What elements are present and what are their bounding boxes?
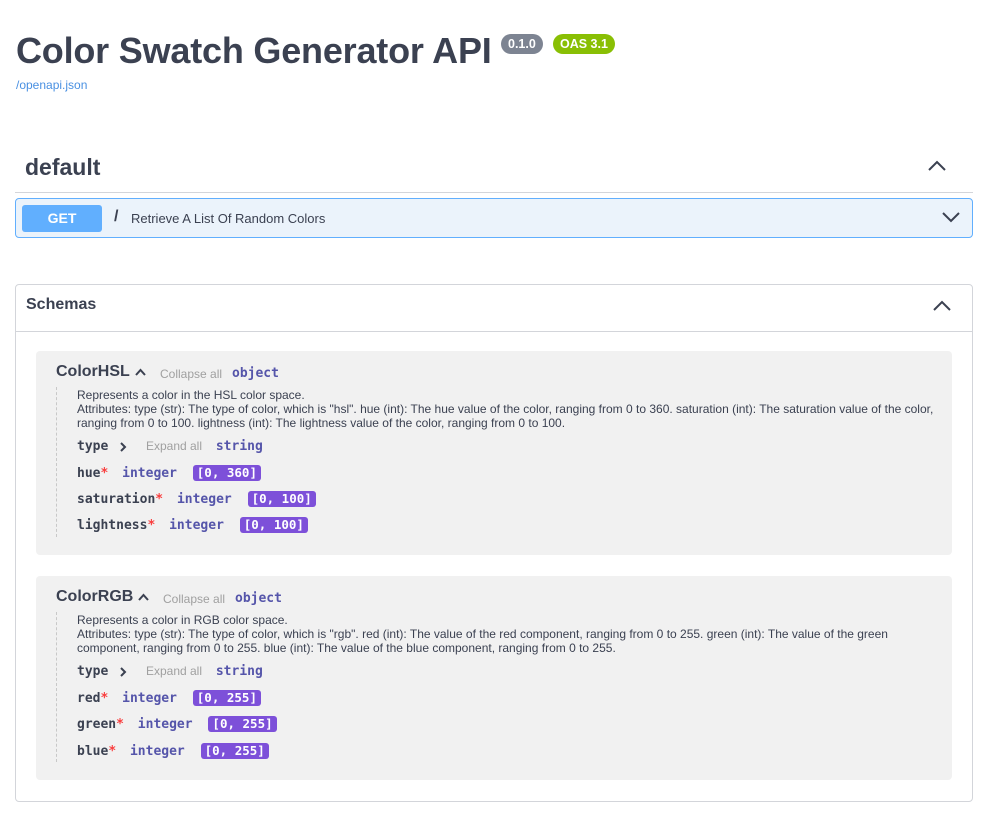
property-row: type Expand all string [77,664,263,682]
version-badge: 0.1.0 [501,34,543,54]
property-type: integer [169,518,224,533]
property-type: integer [122,691,177,706]
description-line: Represents a color in the HSL color spac… [77,388,305,402]
property-name: red [77,691,101,706]
tag-default-title[interactable]: default [25,154,100,181]
property-name: saturation [77,492,156,507]
property-name: green [77,717,117,732]
expand-all-button[interactable]: Expand all [146,664,202,678]
description-attributes: Attributes: type (str): The type of colo… [77,627,888,655]
schemas-title: Schemas [26,296,97,313]
property-row: saturation* integer [0, 100] [77,491,316,509]
property-name[interactable]: type [77,439,108,454]
model-description: Represents a color in RGB color space. A… [77,613,947,655]
model-name[interactable]: ColorRGB [56,588,133,606]
required-marker: * [100,466,109,481]
property-type: string [215,664,263,679]
range-badge: [0, 255] [200,743,269,759]
model-colorrgb: ColorRGB Collapse all object Represents … [36,576,952,780]
model-colorhsl: ColorHSL Collapse all object Represents … [36,351,952,555]
openapi-json-link[interactable]: /openapi.json [16,78,87,92]
property-row: red* integer [0, 255] [77,690,261,708]
property-type: integer [137,717,193,732]
range-badge: [0, 255] [192,690,261,706]
range-badge: [0, 360] [192,465,261,481]
property-row: green* integer [0, 255] [77,716,277,734]
chevron-up-icon[interactable] [135,367,146,378]
collapse-all-button[interactable]: Collapse all [163,592,225,606]
chevron-down-icon[interactable] [941,207,961,227]
property-row: blue* integer [0, 255] [77,743,269,761]
tag-divider [15,192,973,193]
range-badge: [0, 100] [247,491,316,507]
collapse-all-button[interactable]: Collapse all [160,367,222,381]
description-attributes: Attributes: type (str): The type of colo… [77,402,934,430]
oas-badge: OAS 3.1 [553,34,615,54]
property-row: type Expand all string [77,439,263,457]
chevron-up-icon[interactable] [932,296,952,316]
property-row: hue* integer [0, 360] [77,465,261,483]
property-row: lightness* integer [0, 100] [77,517,308,535]
required-marker: * [116,717,124,732]
expand-all-button[interactable]: Expand all [146,439,202,453]
required-marker: * [147,518,156,533]
chevron-up-icon[interactable] [138,592,149,603]
chevron-up-icon[interactable] [927,156,947,176]
property-name: hue [77,466,101,481]
property-type: integer [122,466,177,481]
api-title: Color Swatch Generator API [16,30,492,71]
model-type: object [235,591,282,606]
chevron-right-icon[interactable] [118,441,128,452]
property-name: blue [77,744,109,759]
description-line: Represents a color in RGB color space. [77,613,288,627]
method-badge: GET [22,205,102,232]
operation-path: / [114,208,119,225]
schemas-header[interactable]: Schemas [16,285,972,332]
property-type: string [215,439,263,454]
model-body-divider [56,612,58,762]
model-type: object [232,366,279,381]
property-name[interactable]: type [77,664,108,679]
property-type: integer [176,492,232,507]
operation-summary: Retrieve A List Of Random Colors [131,211,326,226]
range-badge: [0, 100] [239,517,308,533]
required-marker: * [100,691,109,706]
model-body-divider [56,387,58,537]
chevron-right-icon[interactable] [118,666,128,677]
required-marker: * [108,744,117,759]
property-name: lightness [77,518,148,533]
model-description: Represents a color in the HSL color spac… [77,388,947,430]
operation-get-root[interactable]: GET / Retrieve A List Of Random Colors [15,198,973,238]
range-badge: [0, 255] [208,716,277,732]
required-marker: * [155,492,164,507]
property-type: integer [129,744,185,759]
schemas-section: Schemas ColorHSL Collapse all object Rep… [15,284,973,802]
model-name[interactable]: ColorHSL [56,363,130,381]
